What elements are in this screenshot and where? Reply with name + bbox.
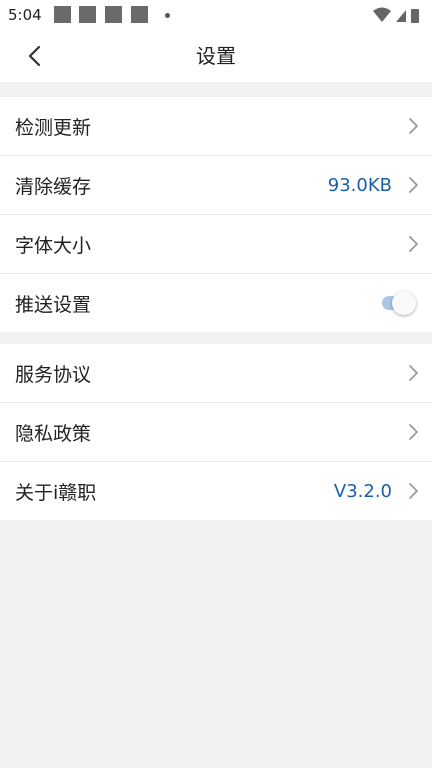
status-time: 5:04 [8,6,42,24]
more-notifications-icon [165,13,170,18]
chevron-right-icon [409,177,418,193]
wifi-icon [373,7,391,22]
chevron-right-icon [409,483,418,499]
row-label: 隐私政策 [15,422,92,445]
toggle-knob [392,291,416,315]
notification-icon [54,6,71,23]
page-title: 设置 [196,44,236,68]
chevron-right-icon [409,118,418,134]
version-value: V3.2.0 [333,480,392,502]
signal-icon [396,10,406,22]
status-icons [373,7,419,23]
notification-icon [79,6,96,23]
status-bar: 5:04 [0,0,432,30]
push-settings-row: 推送设置 [0,274,432,332]
settings-group-general: 检测更新 清除缓存 93.0KB 字体大小 推送设置 [0,97,432,332]
cache-size-value: 93.0KB [327,174,392,196]
app-bar: 设置 [0,30,432,82]
chevron-right-icon [409,365,418,381]
service-agreement-row[interactable]: 服务协议 [0,344,432,403]
font-size-row[interactable]: 字体大小 [0,215,432,274]
row-label: 关于i赣职 [15,481,97,504]
check-update-row[interactable]: 检测更新 [0,97,432,156]
battery-icon [411,9,419,23]
settings-group-about: 服务协议 隐私政策 关于i赣职 V3.2.0 [0,344,432,520]
row-label: 清除缓存 [15,175,92,198]
notification-icon [131,6,148,23]
push-toggle[interactable] [382,291,416,315]
chevron-right-icon [409,236,418,252]
row-label: 服务协议 [15,363,92,386]
about-row[interactable]: 关于i赣职 V3.2.0 [0,462,432,520]
row-label: 字体大小 [15,234,92,257]
clear-cache-row[interactable]: 清除缓存 93.0KB [0,156,432,215]
chevron-left-icon [28,45,41,67]
back-button[interactable] [14,38,54,74]
row-label: 推送设置 [15,293,92,316]
notification-icon [105,6,122,23]
privacy-policy-row[interactable]: 隐私政策 [0,403,432,462]
row-label: 检测更新 [15,116,92,139]
chevron-right-icon [409,424,418,440]
